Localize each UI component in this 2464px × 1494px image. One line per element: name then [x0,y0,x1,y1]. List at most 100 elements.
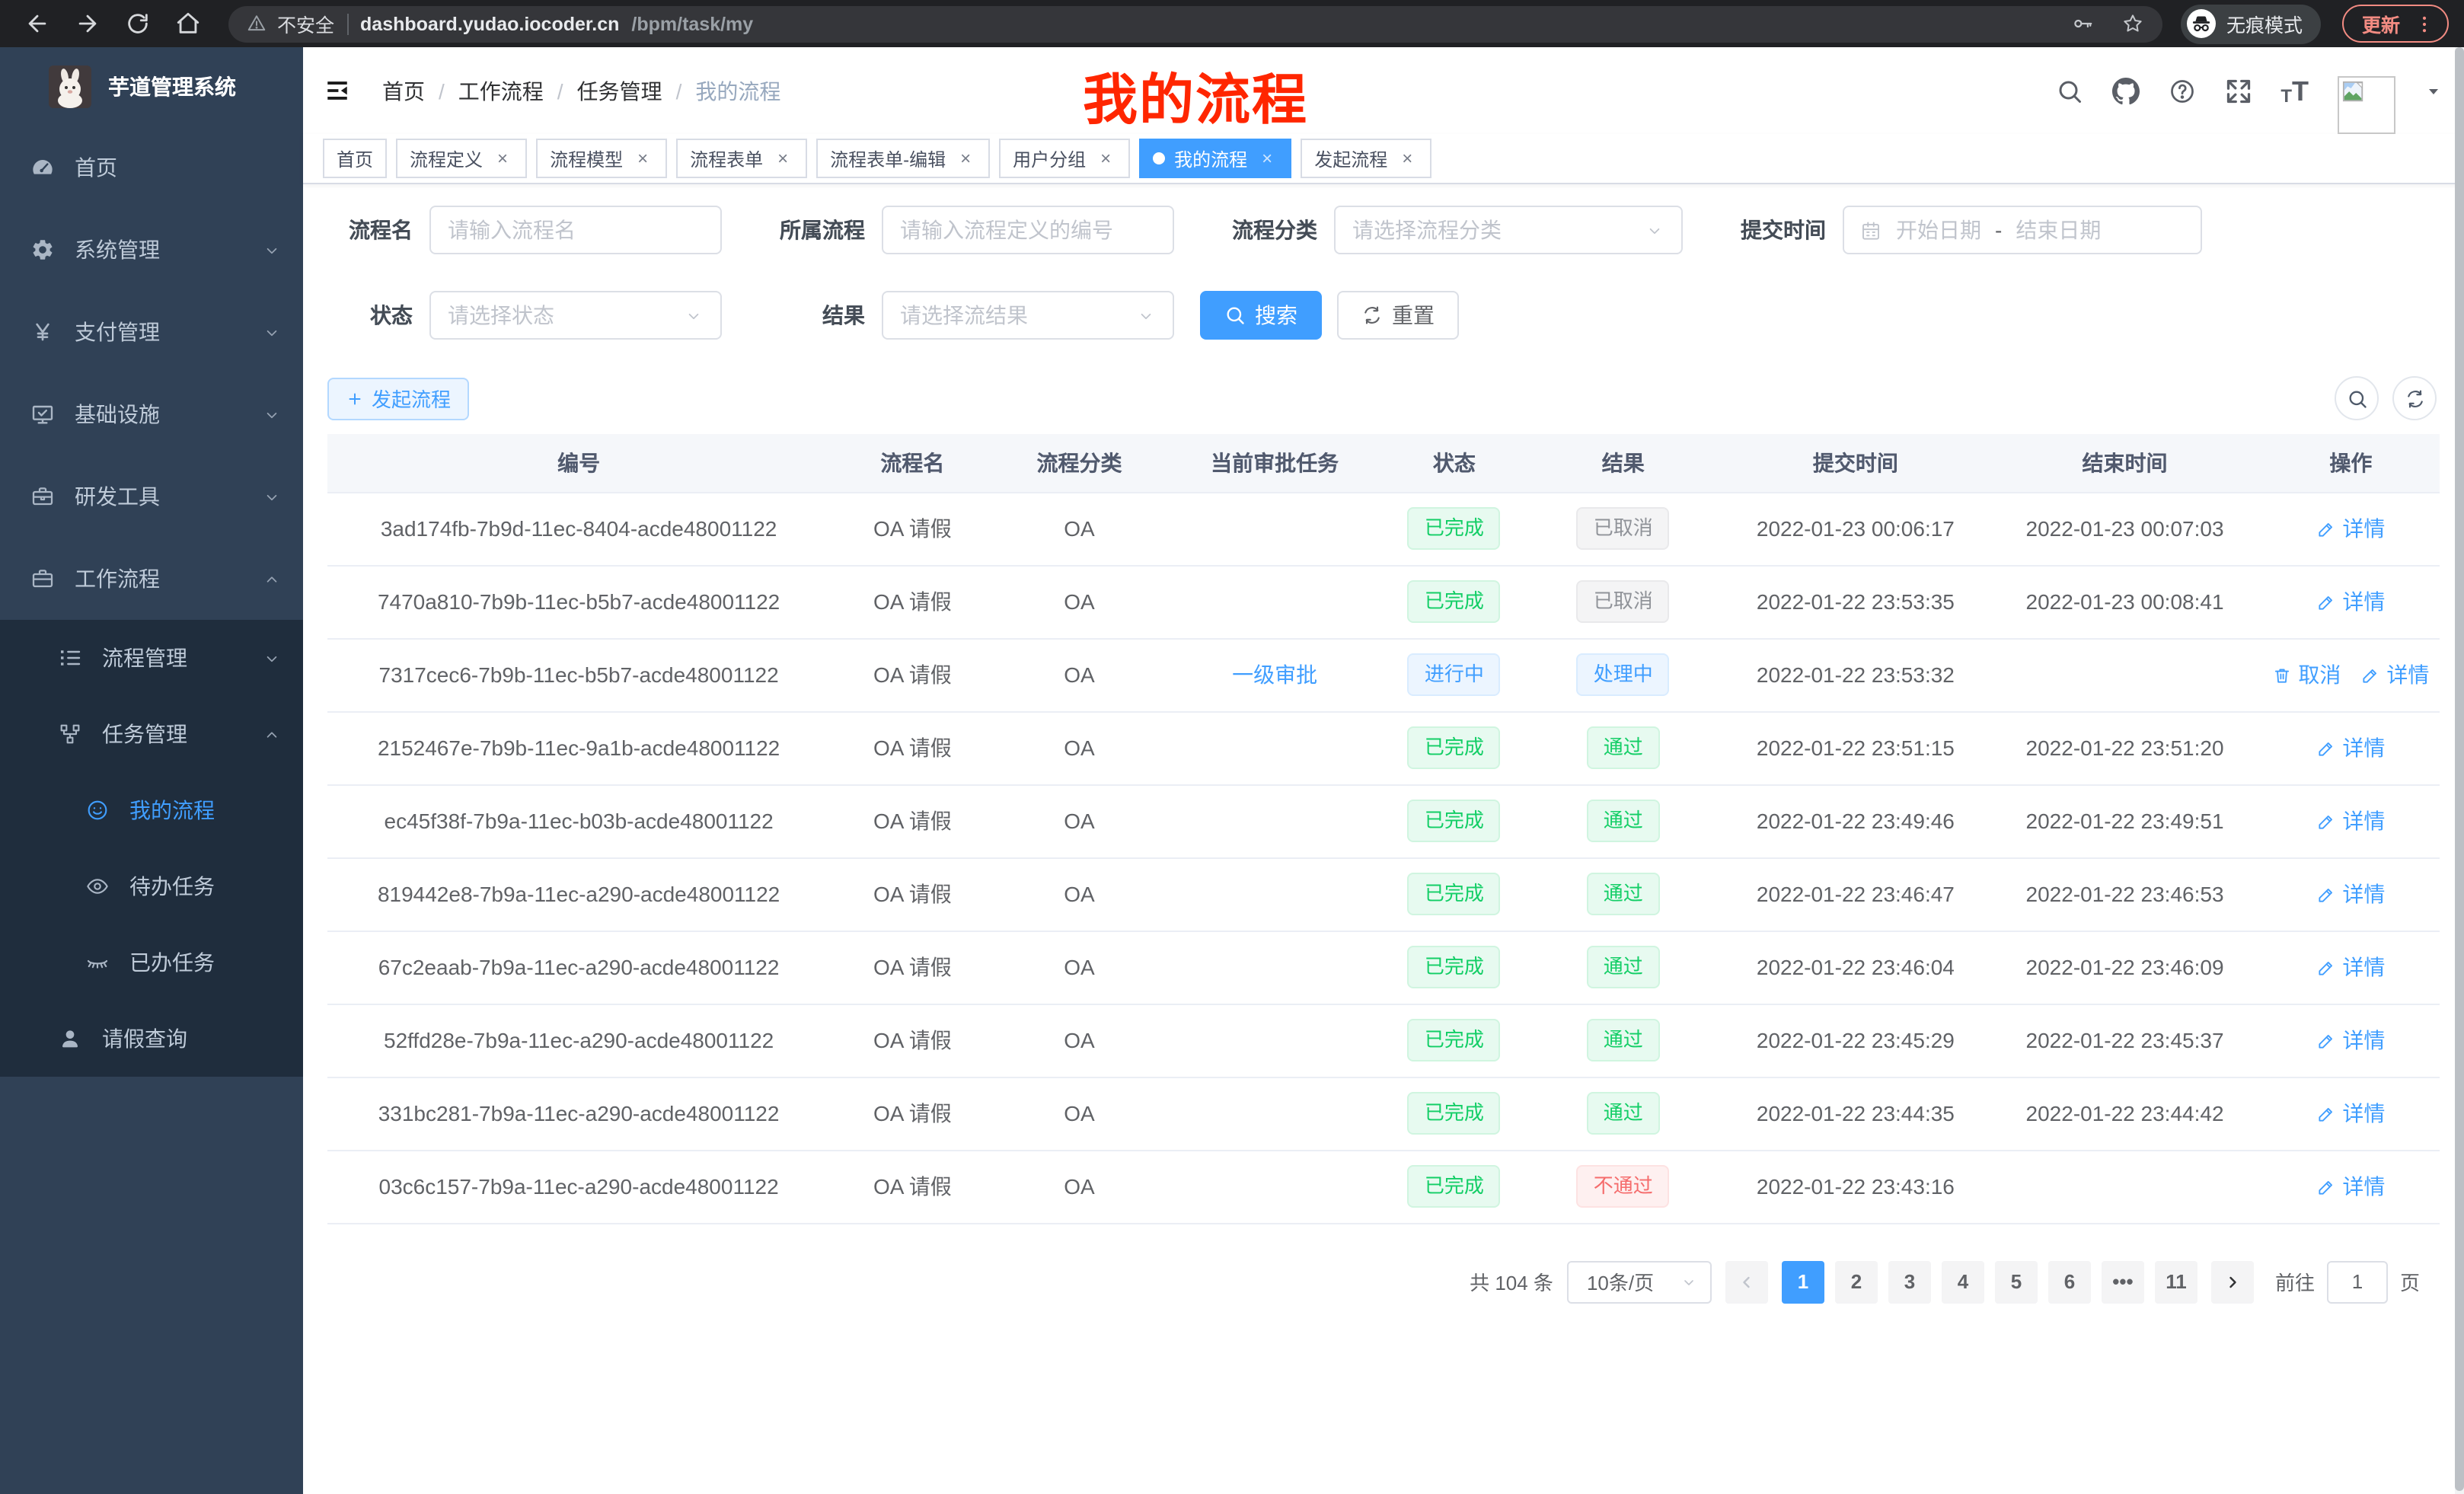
cell-category: OA [995,1150,1164,1223]
sidebar-item-基础设施[interactable]: 基础设施 [0,373,303,455]
table-refresh-button[interactable] [2392,376,2437,420]
process-name-input[interactable] [429,206,722,254]
breadcrumb-item-workflow[interactable]: 工作流程 [458,75,544,106]
current-task-link[interactable]: 一级审批 [1232,662,1317,687]
table-search-button[interactable] [2335,376,2379,420]
sidebar-item-研发工具[interactable]: 研发工具 [0,455,303,538]
page-scrollbar[interactable] [2455,47,2464,1494]
page-button-11[interactable]: 11 [2155,1260,2197,1303]
close-icon[interactable]: × [772,148,793,169]
fullscreen-icon[interactable] [2224,77,2252,104]
detail-link[interactable]: 详情 [2316,879,2385,909]
breadcrumb-item-task[interactable]: 任务管理 [577,75,662,106]
edit-icon [2316,1103,2336,1123]
font-size-icon[interactable]: TT [2280,77,2309,104]
update-button[interactable]: 更新 [2342,5,2449,43]
github-icon[interactable] [2111,77,2139,104]
process-table: 编号流程名流程分类当前审批任务状态结果提交时间结束时间操作 3ad174fb-7… [327,434,2440,1224]
detail-link[interactable]: 详情 [2316,1025,2385,1055]
tab-发起流程[interactable]: 发起流程× [1301,139,1431,178]
sidebar-item-支付管理[interactable]: 支付管理 [0,291,303,373]
filter-row-1: 流程名 所属流程 流程分类 请选择流程分类 提交时间 开始日期 - 结束日期 [327,206,2440,254]
next-page-button[interactable] [2211,1260,2254,1303]
sidebar-collapse-icon[interactable] [324,78,350,104]
goto-page: 前往 页 [2275,1260,2420,1303]
breadcrumb-item-home[interactable]: 首页 [382,75,425,106]
sidebar-item-待办任务[interactable]: 待办任务 [0,848,303,924]
page-button-6[interactable]: 6 [2048,1260,2091,1303]
close-icon[interactable]: × [632,148,653,169]
browser-menu-icon[interactable] [2414,13,2435,34]
sidebar-item-已办任务[interactable]: 已办任务 [0,924,303,1001]
search-button[interactable]: 搜索 [1200,291,1322,340]
detail-link[interactable]: 详情 [2316,952,2385,982]
status-select[interactable]: 请选择状态 [429,291,722,340]
back-icon[interactable] [24,11,50,37]
sidebar-item-流程管理[interactable]: 流程管理 [0,620,303,696]
goto-page-input[interactable] [2327,1260,2388,1303]
key-icon[interactable] [2071,12,2094,35]
reload-icon[interactable] [125,11,151,37]
tab-流程模型[interactable]: 流程模型× [536,139,667,178]
forward-icon[interactable] [75,11,101,37]
create-process-button[interactable]: 发起流程 [327,377,469,420]
prev-page-button[interactable] [1725,1260,1768,1303]
page-button-4[interactable]: 4 [1942,1260,1984,1303]
detail-link[interactable]: 详情 [2316,733,2385,763]
address-bar[interactable]: 不安全 dashboard.yudao.iocoder.cn/bpm/task/… [228,5,2162,42]
help-icon[interactable] [2168,77,2195,104]
page-size-select[interactable]: 10条/页 [1567,1260,1712,1303]
close-icon[interactable]: × [492,148,513,169]
sidebar-item-系统管理[interactable]: 系统管理 [0,209,303,291]
bookmark-star-icon[interactable] [2121,12,2144,35]
home-icon[interactable] [175,11,201,37]
page-button-1[interactable]: 1 [1782,1260,1824,1303]
detail-link[interactable]: 详情 [2316,1171,2385,1202]
process-def-input[interactable] [882,206,1174,254]
tab-流程表单[interactable]: 流程表单× [676,139,807,178]
page-button-2[interactable]: 2 [1835,1260,1878,1303]
detail-link[interactable]: 详情 [2316,513,2385,544]
cell-current-task: 一级审批 [1163,638,1385,711]
cell-submit-time: 2022-01-22 23:43:16 [1724,1150,1988,1223]
tab-流程定义[interactable]: 流程定义× [396,139,527,178]
security-chip[interactable]: 不安全 [247,9,334,38]
result-select[interactable]: 请选择流结果 [882,291,1174,340]
edit-icon [2316,519,2336,538]
close-icon[interactable]: × [1396,148,1418,169]
tab-用户分组[interactable]: 用户分组× [999,139,1130,178]
avatar[interactable] [2338,75,2395,133]
reset-button[interactable]: 重置 [1337,291,1459,340]
close-icon[interactable]: × [955,148,976,169]
page-button-5[interactable]: 5 [1995,1260,2038,1303]
scrollbar-thumb[interactable] [2455,47,2464,1491]
page-ellipsis[interactable]: ••• [2102,1260,2144,1303]
edit-icon [2360,665,2380,685]
category-select[interactable]: 请选择流程分类 [1334,206,1683,254]
search-icon[interactable] [2055,77,2083,104]
cancel-link[interactable]: 取消 [2272,659,2341,690]
detail-link[interactable]: 详情 [2316,806,2385,836]
navbar: 首页 / 工作流程 / 任务管理 / 我的流程 TT [303,47,2464,134]
close-icon[interactable]: × [1095,148,1116,169]
sidebar-item-请假查询[interactable]: 请假查询 [0,1001,303,1077]
main-panel: 我的流程 首页 / 工作流程 / 任务管理 / 我的流程 TT [303,47,2464,1494]
sidebar-item-首页[interactable]: 首页 [0,126,303,209]
sidebar-item-我的流程[interactable]: 我的流程 [0,772,303,848]
chevron-down-icon[interactable] [2424,81,2443,100]
cell-actions: 详情 [2262,857,2440,931]
cell-process-name: OA 请假 [830,1077,994,1150]
sidebar-logo[interactable]: 芋道管理系统 [0,47,303,126]
detail-link[interactable]: 详情 [2360,659,2429,690]
page-button-3[interactable]: 3 [1888,1260,1931,1303]
close-icon[interactable]: × [1256,148,1278,169]
tab-流程表单-编辑[interactable]: 流程表单-编辑× [816,139,990,178]
tab-首页[interactable]: 首页 [323,139,387,178]
action-label: 详情 [2342,806,2385,836]
sidebar-item-工作流程[interactable]: 工作流程 [0,538,303,620]
date-range-picker[interactable]: 开始日期 - 结束日期 [1843,206,2202,254]
tab-我的流程[interactable]: 我的流程× [1139,139,1291,178]
sidebar-item-任务管理[interactable]: 任务管理 [0,696,303,772]
detail-link[interactable]: 详情 [2316,586,2385,617]
detail-link[interactable]: 详情 [2316,1098,2385,1128]
